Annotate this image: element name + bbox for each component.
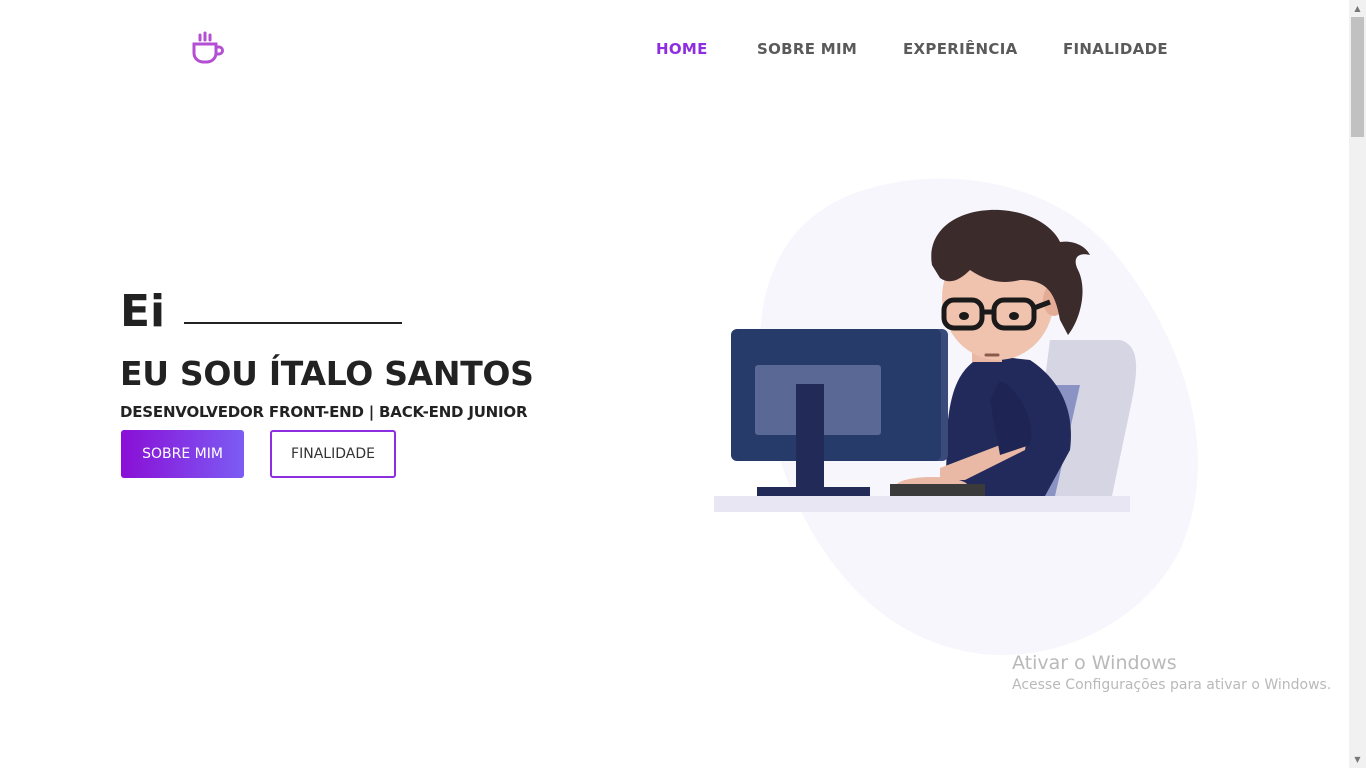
page: HOME SOBRE MIM EXPERIÊNCIA FINALIDADE Ei… [0,0,1349,768]
nav-finalidade-link[interactable]: FINALIDADE [1063,40,1168,58]
hero-divider [184,322,402,324]
vertical-scrollbar[interactable]: ▲ ▼ [1349,0,1366,768]
hero-name: EU SOU ÍTALO SANTOS [120,354,534,393]
scroll-down-arrow-icon[interactable]: ▼ [1349,751,1366,768]
desk [714,496,1130,512]
hero-subtitle: DESENVOLVEDOR FRONT-END | BACK-END JUNIO… [120,403,528,421]
nav-experiencia-link[interactable]: EXPERIÊNCIA [903,40,1017,58]
developer-at-computer-illustration [714,178,1198,656]
sobre-mim-button[interactable]: SOBRE MIM [121,430,244,478]
nav-home-link[interactable]: HOME [656,40,708,58]
windows-activation-subtitle: Acesse Configurações para ativar o Windo… [1012,677,1332,693]
finalidade-button[interactable]: FINALIDADE [270,430,396,478]
nav-sobre-mim-link[interactable]: SOBRE MIM [757,40,857,58]
scroll-up-arrow-icon[interactable]: ▲ [1349,0,1366,17]
scrollbar-thumb[interactable] [1351,17,1364,137]
main-nav: HOME SOBRE MIM EXPERIÊNCIA FINALIDADE [0,40,1349,60]
hero-greeting: Ei [120,286,166,337]
windows-activation-title: Ativar o Windows [1012,652,1177,674]
